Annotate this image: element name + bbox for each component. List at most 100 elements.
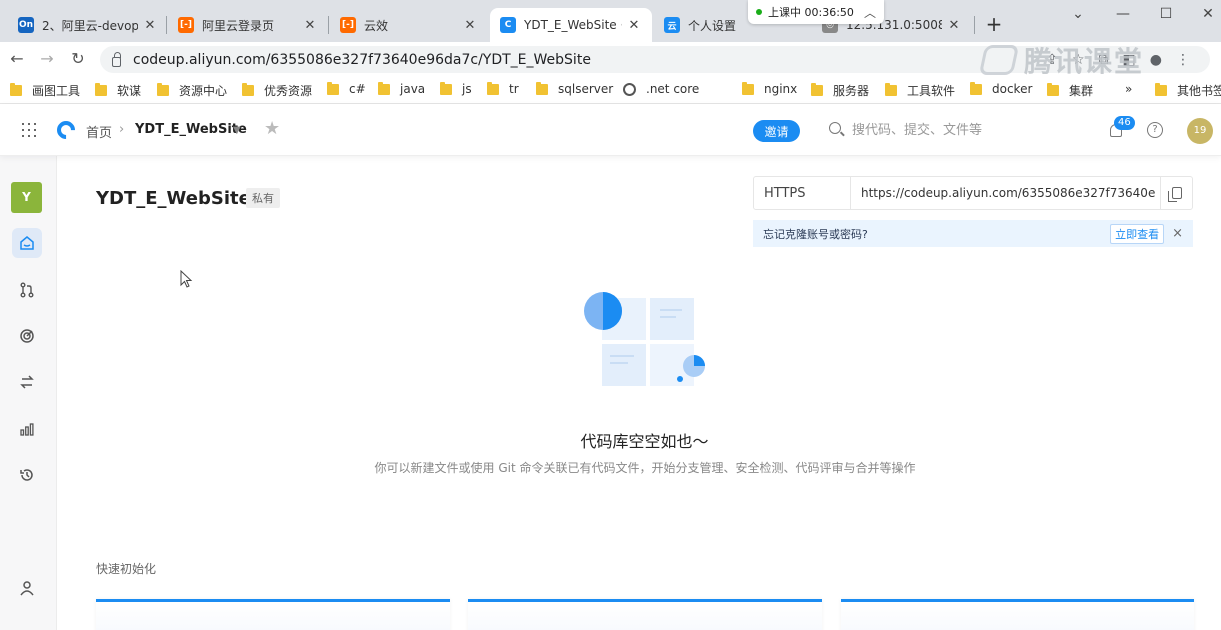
profile-icon[interactable]: ● [1150, 52, 1162, 68]
bookmark-item[interactable]: java [378, 81, 425, 96]
live-timer: 上课中 00:36:50 [768, 6, 854, 19]
bookmark-item[interactable]: 资源中心 [157, 82, 227, 99]
minimize-icon[interactable]: — [1113, 6, 1133, 22]
bookmark-item[interactable]: c# [327, 81, 366, 96]
back-arrow-icon[interactable]: ← [8, 50, 26, 68]
tab-favicon-icon: [-] [178, 17, 194, 33]
bookmark-star-icon[interactable]: ☆ [1072, 52, 1085, 68]
folder-icon [327, 81, 339, 95]
tab-devops[interactable]: On 2、阿里云-devops ✕ [8, 8, 168, 42]
bookmark-item[interactable]: js [440, 81, 472, 96]
repo-avatar[interactable]: Y [11, 182, 42, 213]
share-icon[interactable]: ⇪ [1046, 52, 1058, 68]
codeup-logo-icon[interactable] [53, 117, 79, 143]
address-bar[interactable]: codeup.aliyun.com/6355086e327f73640e96da… [100, 46, 1210, 73]
bookmark-item-other[interactable]: 其他书签 [1155, 82, 1221, 99]
bookmark-item[interactable]: 集群 [1047, 82, 1093, 99]
bookmark-item[interactable]: .net core [623, 82, 699, 96]
reload-icon[interactable]: ↻ [69, 50, 87, 68]
quick-init-card[interactable] [841, 599, 1194, 630]
bookmark-item[interactable]: nginx [742, 81, 798, 96]
clone-protocol-select[interactable]: HTTPS [754, 177, 851, 209]
bookmark-label: c# [349, 82, 366, 96]
tab-label: 阿里云登录页 [202, 18, 275, 33]
close-icon[interactable]: ✕ [142, 18, 158, 33]
quick-init-card[interactable] [96, 599, 450, 630]
folder-icon [811, 83, 823, 96]
nav-members[interactable] [12, 573, 42, 603]
bookmark-item[interactable]: 画图工具 [10, 82, 80, 99]
close-icon[interactable]: ✕ [626, 18, 642, 33]
maximize-icon[interactable]: ☐ [1156, 6, 1176, 22]
bookmark-item[interactable]: 软谋 [95, 82, 141, 99]
breadcrumb-chevron-icon: › [119, 122, 125, 137]
target-icon [20, 329, 34, 343]
bookmarks-overflow[interactable]: » [1125, 82, 1132, 96]
new-tab-plus-icon[interactable]: + [983, 13, 1005, 35]
nav-overview[interactable] [12, 228, 42, 258]
swap-arrows-icon [20, 375, 34, 389]
nav-branch-compare[interactable] [12, 367, 42, 397]
menu-kebab-icon[interactable]: ⋮ [1176, 52, 1190, 68]
tab-yunxiao[interactable]: [-] 云效 ✕ [330, 8, 488, 42]
window-close-icon[interactable]: ✕ [1198, 6, 1218, 22]
bookmark-label: docker [992, 82, 1033, 96]
clone-url-box: HTTPS https://codeup.aliyun.com/6355086e… [753, 176, 1193, 210]
folder-icon [1047, 83, 1059, 96]
nav-code-scan[interactable] [12, 321, 42, 351]
tab-aliyun-login[interactable]: [-] 阿里云登录页 ✕ [168, 8, 328, 42]
help-icon[interactable]: ? [1147, 122, 1163, 138]
bookmark-label: 资源中心 [179, 84, 228, 98]
empty-repo-illustration [584, 292, 705, 386]
browser-toolbar: ← → ↻ codeup.aliyun.com/6355086e327f7364… [0, 42, 1221, 76]
bookmark-item[interactable]: sqlserver [536, 81, 613, 96]
close-icon[interactable]: ✕ [302, 18, 318, 33]
tab-label: YDT_E_WebSite · 3 [524, 18, 622, 32]
nav-statistics[interactable] [12, 414, 42, 444]
bookmark-item[interactable]: docker [970, 81, 1033, 96]
close-icon[interactable]: ✕ [462, 18, 478, 33]
user-avatar[interactable]: 19 [1187, 118, 1213, 144]
close-icon[interactable]: × [1172, 226, 1183, 241]
bookmark-label: 软谋 [117, 84, 142, 98]
tab-label: 2、阿里云-devops [42, 18, 138, 33]
close-icon[interactable]: ✕ [946, 18, 962, 33]
folder-icon [10, 83, 22, 96]
favorite-star-icon[interactable]: ★ [264, 118, 280, 139]
view-now-button[interactable]: 立即查看 [1110, 223, 1165, 244]
live-class-indicator[interactable]: 上课中 00:36:50 ︿ [748, 0, 884, 24]
quick-init-heading: 快速初始化 [96, 562, 157, 576]
invite-button[interactable]: 邀请 [753, 120, 800, 142]
quick-init-card[interactable] [468, 599, 822, 630]
bookmark-item[interactable]: 服务器 [811, 82, 869, 99]
browser-tab-strip: On 2、阿里云-devops ✕ [-] 阿里云登录页 ✕ [-] 云效 ✕ … [0, 0, 1221, 42]
notification-count-badge: 46 [1114, 116, 1135, 130]
tab-search-chevron-icon[interactable]: ⌄ [1068, 6, 1088, 22]
repo-dropdown-caret-icon[interactable]: ▼ [233, 125, 241, 136]
bookmark-label: nginx [764, 82, 798, 96]
breadcrumb-home[interactable]: 首页 [86, 122, 112, 141]
visibility-tag: 私有 [246, 188, 280, 208]
user-icon [20, 581, 34, 596]
chevron-up-icon[interactable]: ︿ [864, 4, 876, 21]
hint-text: 忘记克隆账号或密码? [763, 227, 868, 241]
bookmark-item[interactable]: tr [487, 81, 519, 96]
bookmark-label: 优秀资源 [264, 84, 313, 98]
nav-history[interactable] [12, 460, 42, 490]
copy-url-button[interactable] [1160, 177, 1192, 209]
bookmark-label: 集群 [1069, 84, 1094, 98]
bookmark-item[interactable]: 工具软件 [885, 82, 955, 99]
app-grid-icon[interactable] [22, 123, 36, 137]
breadcrumb-repo[interactable]: YDT_E_WebSite [135, 122, 247, 137]
sidebar-icon[interactable]: ◧ [1123, 52, 1136, 68]
forward-arrow-icon[interactable]: → [38, 50, 56, 68]
global-search-input[interactable] [852, 119, 1042, 141]
nav-merge-requests[interactable] [12, 275, 42, 305]
tab-favicon-icon: On [18, 17, 34, 33]
folder-icon [242, 83, 254, 96]
tab-repo-active[interactable]: C YDT_E_WebSite · 3 ✕ [490, 8, 652, 42]
bookmark-item[interactable]: 优秀资源 [242, 82, 312, 99]
extensions-icon[interactable]: ⧉ [1099, 52, 1109, 68]
address-url: codeup.aliyun.com/6355086e327f73640e96da… [133, 51, 591, 68]
clone-url-text[interactable]: https://codeup.aliyun.com/6355086e327f73… [851, 186, 1160, 200]
